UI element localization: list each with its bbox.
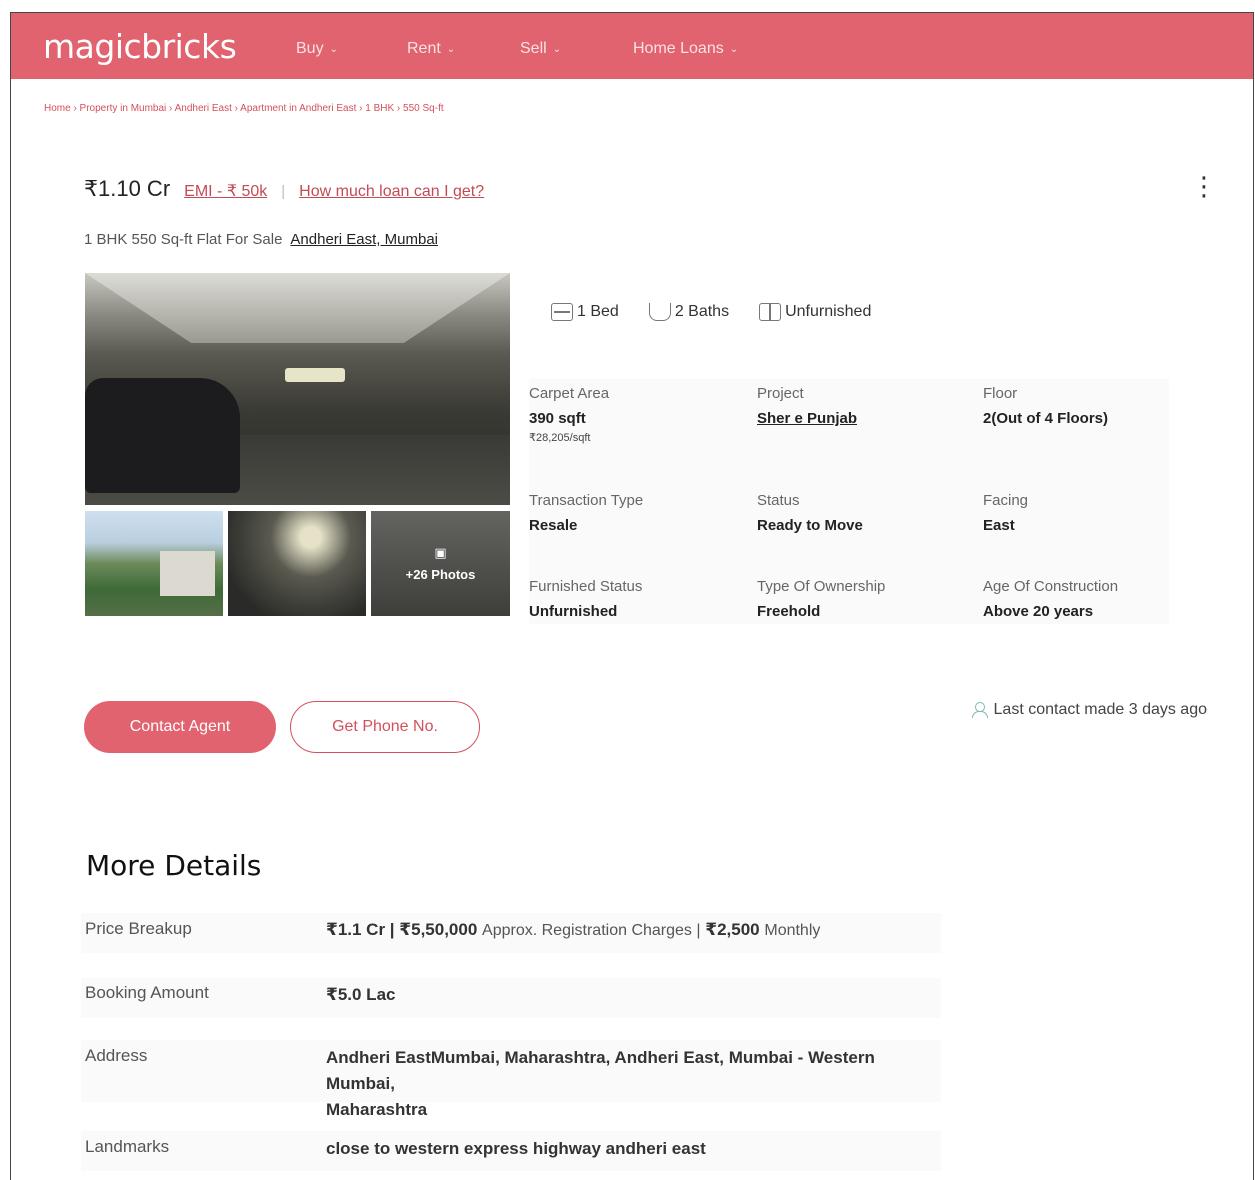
landmarks-row: Landmarks close to western express highw… xyxy=(81,1131,941,1171)
detail-value: 2(Out of 4 Floors) xyxy=(983,410,1108,427)
detail-value: Ready to Move xyxy=(757,517,863,534)
detail-floor: Floor 2(Out of 4 Floors) xyxy=(983,385,1108,427)
detail-value: East xyxy=(983,517,1015,534)
detail-label: Status xyxy=(757,492,800,509)
bathtub-icon xyxy=(648,303,671,321)
detail-value: Above 20 years xyxy=(983,603,1094,620)
amenity-furnishing: Unfurnished xyxy=(759,303,871,321)
thumbnail-photo-2[interactable] xyxy=(228,511,366,616)
detail-furnished-status: Furnished Status Unfurnished xyxy=(529,578,642,620)
loan-eligibility-link[interactable]: How much loan can I get? xyxy=(299,183,484,201)
contact-agent-button[interactable]: Contact Agent xyxy=(84,701,276,753)
monthly-label: Monthly xyxy=(764,922,821,939)
booking-amount-row: Booking Amount ₹5.0 Lac xyxy=(81,978,941,1018)
property-title: 1 BHK 550 Sq-ft Flat For Sale Andheri Eas… xyxy=(84,231,438,248)
detail-value: 390 sqft xyxy=(529,410,586,427)
thumbnail-photo-1[interactable] xyxy=(85,511,223,616)
detail-age-of-construction: Age Of Construction Above 20 years xyxy=(983,578,1118,620)
more-options-icon[interactable]: ⋮ xyxy=(1191,173,1217,199)
amenity-bed-label: 1 Bed xyxy=(577,303,619,320)
more-photos-thumbnail[interactable]: ▣ +26 Photos xyxy=(371,511,510,616)
nav-buy[interactable]: Buy ⌄ xyxy=(296,40,338,58)
booking-amount-value: ₹5.0 Lac xyxy=(326,985,396,1004)
address-value: Andheri EastMumbai, Maharashtra, Andheri… xyxy=(326,1045,941,1123)
detail-ownership: Type Of Ownership Freehold xyxy=(757,578,885,620)
address-line-2: Maharashtra xyxy=(326,1100,428,1119)
price-breakup-value: ₹1.1 Cr | ₹5,50,000 Approx. Registration… xyxy=(326,917,820,944)
nav-home-loans-label: Home Loans xyxy=(633,40,724,57)
amenity-furnishing-label: Unfurnished xyxy=(785,303,872,320)
registration-label: Approx. Registration Charges | xyxy=(482,922,701,939)
amenity-bed: 1 Bed xyxy=(551,303,619,321)
project-link[interactable]: Sher e Punjab xyxy=(757,410,857,427)
nav-home-loans[interactable]: Home Loans ⌄ xyxy=(633,40,738,58)
photo-car xyxy=(85,378,240,493)
amenities-row: 1 Bed 2 Baths Unfurnished xyxy=(551,303,871,321)
detail-label: Furnished Status xyxy=(529,578,643,595)
detail-transaction-type: Transaction Type Resale xyxy=(529,492,643,534)
thumbnail-building xyxy=(160,551,215,596)
detail-label: Carpet Area xyxy=(529,385,610,402)
detail-project: Project Sher e Punjab xyxy=(757,385,857,427)
detail-sub-value: ₹28,205/sqft xyxy=(529,432,591,444)
detail-label: Floor xyxy=(983,385,1018,402)
emi-link[interactable]: EMI - ₹ 50k xyxy=(184,181,267,201)
monthly-amount: ₹2,500 xyxy=(705,920,760,939)
detail-value: Resale xyxy=(529,517,578,534)
detail-carpet-area: Carpet Area 390 sqft ₹28,205/sqft xyxy=(529,385,609,444)
nav-rent[interactable]: Rent ⌄ xyxy=(407,40,455,58)
photo-light xyxy=(285,368,345,382)
get-phone-button[interactable]: Get Phone No. xyxy=(290,701,480,753)
price-row: ₹1.10 Cr EMI - ₹ 50k | How much loan can… xyxy=(84,176,484,202)
price-breakup-amount: ₹1.1 Cr | ₹5,50,000 xyxy=(326,920,478,939)
user-icon xyxy=(971,702,988,718)
location-link[interactable]: Andheri East, Mumbai xyxy=(290,231,438,248)
nav-sell-label: Sell xyxy=(520,40,547,57)
landmarks-value: close to western express highway andheri… xyxy=(326,1139,706,1158)
detail-status: Status Ready to Move xyxy=(757,492,863,534)
price-separator: | xyxy=(281,183,286,200)
top-navbar: magicbricks Buy ⌄ Rent ⌄ Sell ⌄ Home Loans ⌄ xyxy=(11,13,1253,79)
thumbnail-overlay xyxy=(371,511,510,616)
detail-value: Unfurnished xyxy=(529,603,618,620)
photo-ceiling xyxy=(85,273,510,343)
booking-amount-label: Booking Amount xyxy=(85,983,209,1002)
magicbricks-logo[interactable]: magicbricks xyxy=(43,27,237,66)
landmarks-label: Landmarks xyxy=(85,1137,170,1156)
address-row: Address Andheri EastMumbai, Maharashtra,… xyxy=(81,1040,941,1119)
detail-facing: Facing East xyxy=(983,492,1028,534)
chevron-down-icon: ⌄ xyxy=(552,43,562,55)
chevron-down-icon: ⌄ xyxy=(329,43,338,55)
detail-label: Age Of Construction xyxy=(983,578,1119,595)
chevron-down-icon: ⌄ xyxy=(729,43,739,55)
wardrobe-icon xyxy=(759,303,782,321)
chevron-down-icon: ⌄ xyxy=(446,43,456,55)
bed-icon xyxy=(551,303,573,321)
gallery-icon: ▣ xyxy=(434,545,447,560)
detail-label: Project xyxy=(757,385,804,402)
property-title-text: 1 BHK 550 Sq-ft Flat For Sale xyxy=(84,231,283,248)
nav-sell[interactable]: Sell ⌄ xyxy=(520,40,561,58)
detail-label: Type Of Ownership xyxy=(757,578,886,595)
nav-buy-label: Buy xyxy=(296,40,324,57)
more-details-heading: More Details xyxy=(86,849,262,882)
more-photos-count: +26 Photos xyxy=(405,567,476,582)
address-line-1: Andheri EastMumbai, Maharashtra, Andheri… xyxy=(326,1048,875,1093)
price-breakup-row: Price Breakup ₹1.1 Cr | ₹5,50,000 Approx… xyxy=(81,913,941,953)
main-photo[interactable] xyxy=(85,273,510,505)
amenity-baths-label: 2 Baths xyxy=(674,303,730,320)
page-frame: magicbricks Buy ⌄ Rent ⌄ Sell ⌄ Home Loans ⌄… xyxy=(10,12,1254,1180)
price-breakup-label: Price Breakup xyxy=(85,919,192,938)
last-contact-text: Last contact made 3 days ago xyxy=(993,701,1207,718)
detail-label: Facing xyxy=(983,492,1029,509)
breadcrumb[interactable]: Home › Property in Mumbai › Andheri East… xyxy=(44,103,444,114)
last-contact-info: Last contact made 3 days ago xyxy=(971,701,1207,719)
nav-rent-label: Rent xyxy=(407,40,441,57)
amenity-baths: 2 Baths xyxy=(648,303,730,321)
detail-label: Transaction Type xyxy=(529,492,644,509)
property-price: ₹1.10 Cr xyxy=(84,176,171,201)
property-details-grid: Carpet Area 390 sqft ₹28,205/sqft Projec… xyxy=(529,379,1169,624)
detail-value: Freehold xyxy=(757,603,821,620)
address-label: Address xyxy=(85,1046,148,1065)
